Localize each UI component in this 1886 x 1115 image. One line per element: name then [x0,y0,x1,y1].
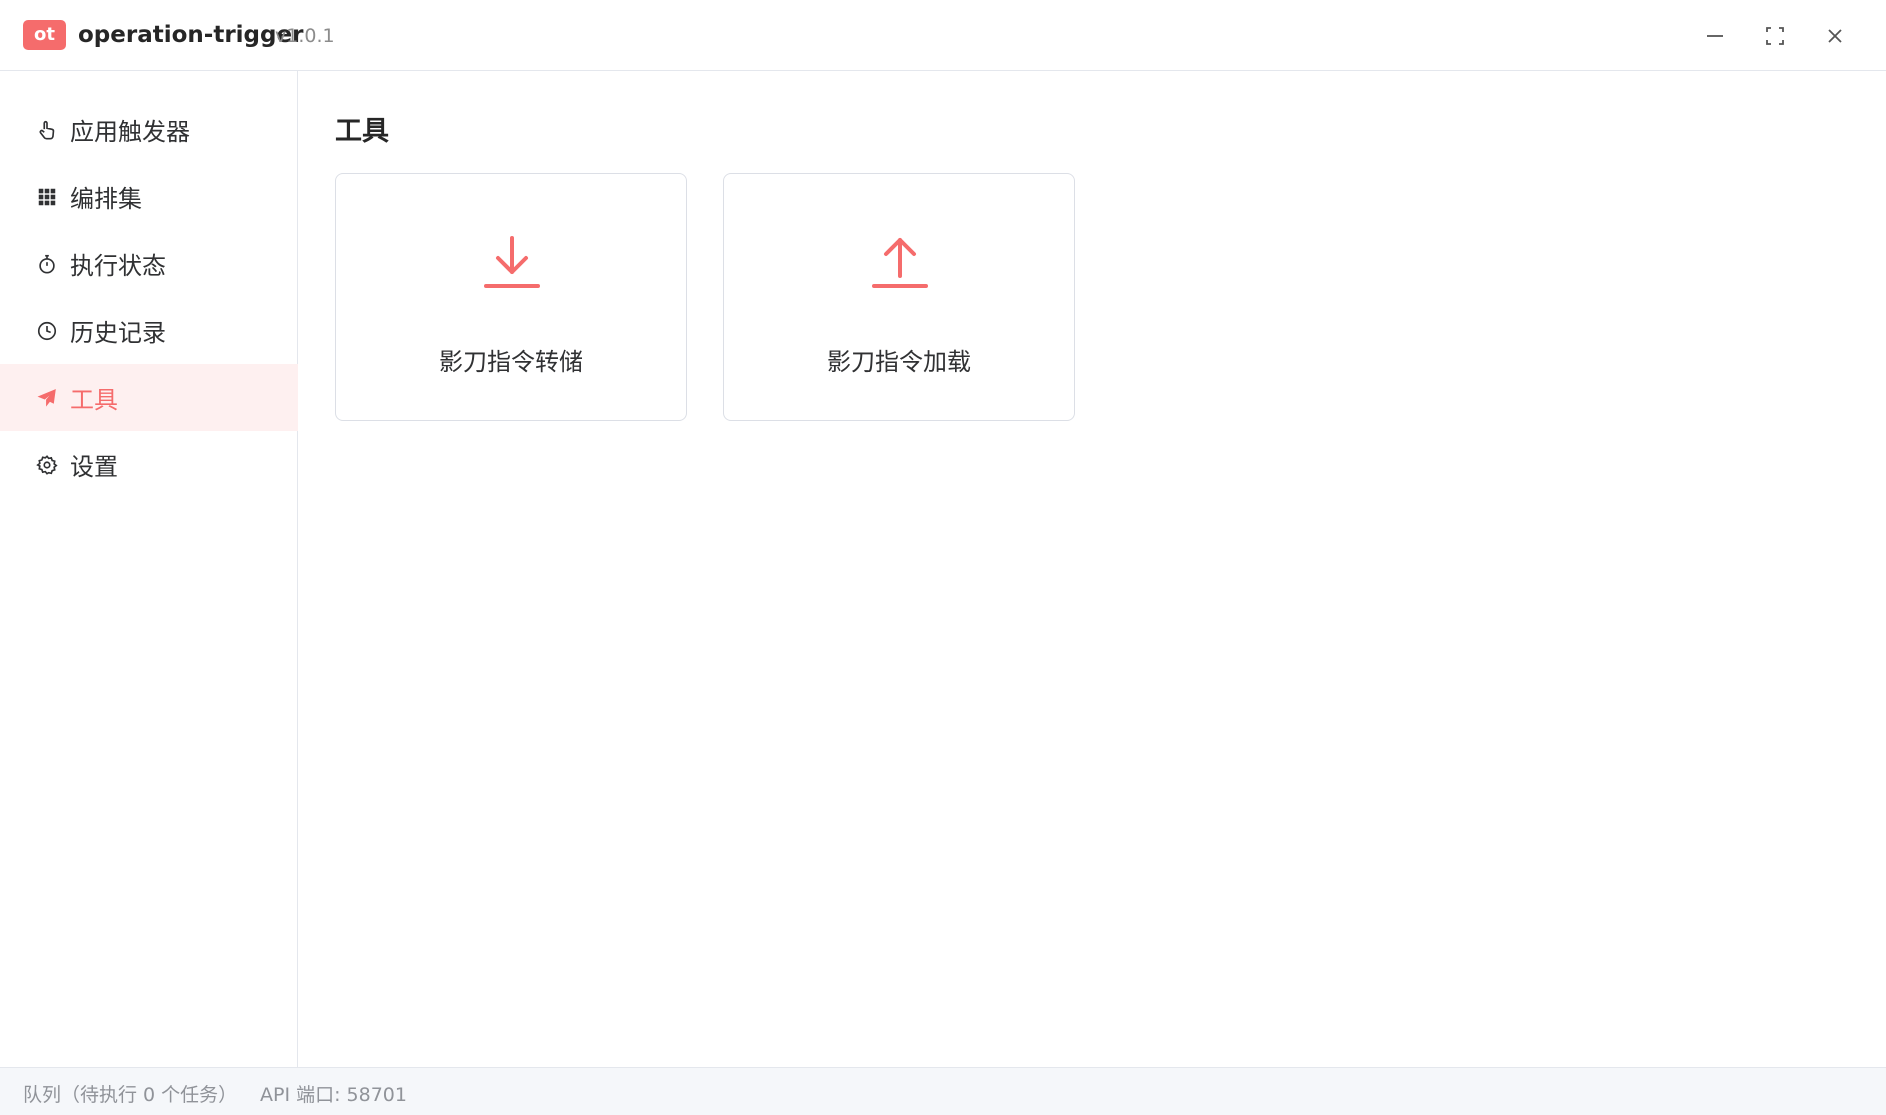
gear-icon [36,454,58,476]
grid-icon [36,186,58,208]
sidebar-item-orchestration[interactable]: 编排集 [0,163,298,230]
tool-card-load-commands[interactable]: 影刀指令加载 [723,173,1075,421]
fullscreen-icon [1766,27,1784,45]
sidebar-item-history[interactable]: 历史记录 [0,297,298,364]
sidebar-item-label: 历史记录 [70,319,166,347]
sidebar-item-label: 应用触发器 [70,118,190,146]
sidebar-item-settings[interactable]: 设置 [0,431,298,498]
app-logo: ot [23,20,66,50]
sidebar: 应用触发器 编排集 执行状态 历史记录 工具 设置 [0,71,298,1067]
app-name: operation-trigger [78,22,304,48]
stopwatch-icon [36,253,58,275]
tool-card-dump-commands[interactable]: 影刀指令转储 [335,173,687,421]
queue-status: 队列（待执行 0 个任务） [23,1084,238,1106]
sidebar-item-label: 工具 [70,386,118,414]
paper-plane-icon [36,387,58,409]
page-title: 工具 [335,116,389,147]
status-bar: 队列（待执行 0 个任务） API 端口: 58701 [0,1067,1886,1115]
title-bar: ot operation-trigger v1.0.1 [0,0,1886,71]
app-window: ot operation-trigger v1.0.1 应用触发器 编排集 执行… [0,0,1886,1115]
app-version: v1.0.1 [275,25,335,47]
close-button[interactable] [1813,14,1857,58]
sidebar-item-app-triggers[interactable]: 应用触发器 [0,96,298,163]
sidebar-item-tools[interactable]: 工具 [0,364,298,431]
main-content: 工具 影刀指令转储 影刀指令加载 [299,71,1886,1067]
download-icon [482,232,542,292]
clock-icon [36,320,58,342]
close-icon [1828,29,1842,43]
pointer-hand-icon [36,119,58,141]
minimize-button[interactable] [1693,14,1737,58]
upload-icon [870,232,930,292]
minimize-icon [1707,35,1723,37]
sidebar-item-label: 设置 [70,453,118,481]
tool-card-label: 影刀指令转储 [439,348,583,376]
sidebar-item-label: 编排集 [70,185,142,213]
api-port-status: API 端口: 58701 [260,1084,407,1106]
sidebar-item-execution-status[interactable]: 执行状态 [0,230,298,297]
tool-card-label: 影刀指令加载 [827,348,971,376]
sidebar-item-label: 执行状态 [70,252,166,280]
maximize-button[interactable] [1753,14,1797,58]
